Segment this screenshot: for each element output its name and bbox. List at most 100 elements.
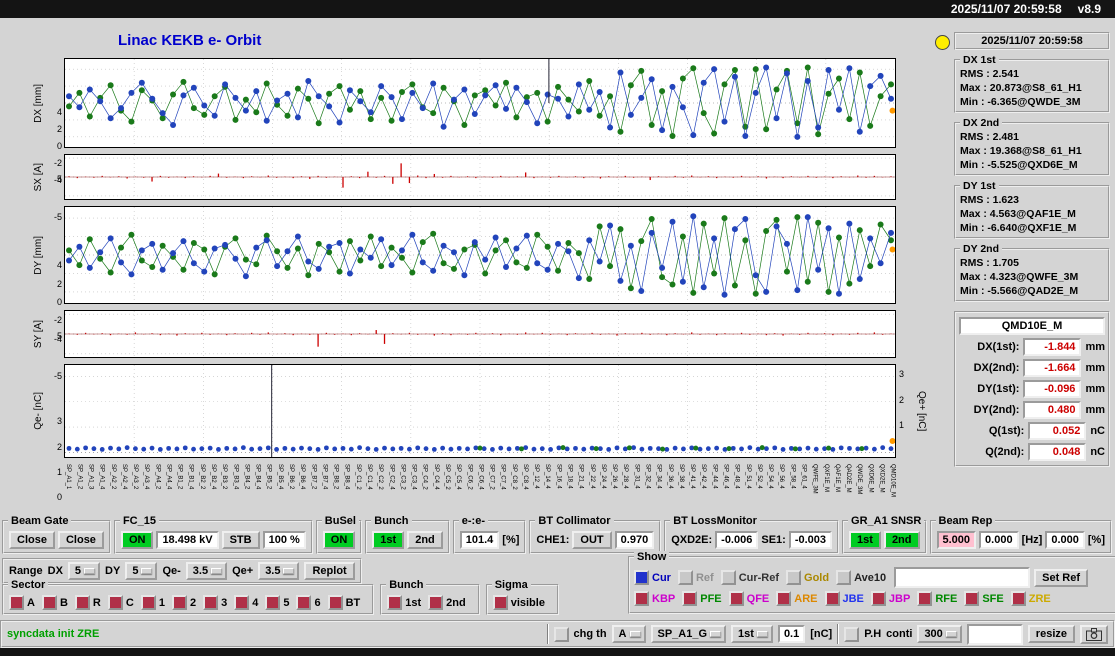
sector-1-checkbox[interactable] (140, 595, 156, 610)
bunch-1st-button[interactable]: 1st (372, 531, 405, 549)
q-plot (64, 364, 896, 458)
se1-value: -0.003 (788, 531, 833, 549)
show-rfe-checkbox[interactable] (917, 591, 933, 606)
sector-3-checkbox[interactable] (203, 595, 219, 610)
y-tick-label: 2 (56, 278, 62, 289)
replot-button[interactable]: Replot (304, 562, 355, 580)
monitor-name: QMD10E_M (959, 317, 1105, 335)
sigma-visible-checkbox[interactable] (492, 595, 508, 610)
ref-file-input[interactable] (894, 567, 1031, 588)
device-select-dropdown[interactable]: SP_A1_G (650, 625, 727, 643)
show-sfe-checkbox[interactable] (964, 591, 980, 606)
stats-dy2-max: Max : 4.323@QWFE_3M (960, 271, 1079, 283)
snsr-2nd-button[interactable]: 2nd (883, 531, 920, 549)
stats-dy2-label: DY 2nd (960, 243, 1002, 255)
show-gold-checkbox[interactable] (786, 570, 802, 585)
sector-a-label: A (27, 596, 35, 609)
show-jbe-checkbox[interactable] (824, 591, 840, 606)
sector-2-checkbox[interactable] (171, 595, 187, 610)
set-ref-button[interactable]: Set Ref (1034, 568, 1089, 587)
fc15-on-button[interactable]: ON (120, 531, 154, 549)
sector-a-checkbox[interactable] (9, 595, 24, 610)
sector-b-checkbox[interactable] (41, 595, 57, 610)
sector-r-checkbox[interactable] (74, 595, 90, 610)
monitor-row-unit: mm (1085, 404, 1105, 416)
busel-on-button[interactable]: ON (322, 531, 356, 549)
x-tick-label: SP_C4_4 (432, 464, 439, 490)
x-tick-label: SP_C7_4 (499, 464, 506, 490)
che1-out-button[interactable]: OUT (572, 531, 612, 549)
range-dx-dropdown[interactable]: 5 (67, 562, 101, 580)
x-tick-label: SP_C4_2 (421, 464, 428, 490)
snapshot-button[interactable] (1080, 624, 1108, 644)
sector-4-checkbox[interactable] (234, 595, 250, 610)
x-tick-label: SP_B7_2 (310, 464, 317, 490)
count-input[interactable] (966, 623, 1023, 645)
interval-dropdown[interactable]: 300 (917, 625, 962, 643)
fc15-stb-button[interactable]: STB (221, 531, 260, 549)
monitor-row: DX(2nd): -1.664 mm (959, 359, 1105, 377)
sector-6-checkbox[interactable] (296, 595, 312, 610)
show-kbp-checkbox[interactable] (634, 591, 649, 606)
bunch-1st-checkbox[interactable] (387, 595, 403, 610)
bunch-2nd-button[interactable]: 2nd (407, 531, 443, 549)
ph-checkbox[interactable] (844, 626, 860, 642)
bunch-2nd-checkbox[interactable] (428, 595, 444, 610)
sector-4-label: 4 (252, 596, 259, 609)
show-are-checkbox[interactable] (776, 591, 792, 606)
sector-r-item: R (74, 595, 101, 610)
range-qep-dropdown[interactable]: 3.5 (258, 562, 300, 580)
bunch-select-dropdown[interactable]: 1st (731, 625, 773, 643)
snsr-1st-button[interactable]: 1st (849, 531, 881, 549)
beam-gate-close-button-1[interactable]: Close (9, 531, 55, 549)
show-kbp-item: KBP (634, 591, 675, 606)
show-cur-checkbox[interactable] (634, 570, 649, 585)
range-dy-dropdown[interactable]: 5 (125, 562, 158, 580)
x-tick-label: SP_B4_2 (243, 464, 250, 490)
monitor-panel: QMD10E_M DX(1st): -1.844 mm DX(2nd): -1.664… (954, 311, 1110, 467)
stats-dy1-min: Min : -6.640@QXF1E_M (960, 222, 1077, 234)
show-checks-1: Cur Ref Cur-Ref Gold Ave10 (634, 570, 893, 585)
charts-area: DX [mm] 4 2 0 -2 -4 SX [A] 5 -5 DY [mm] 4 2 0 -2 -4 … (4, 58, 948, 524)
x-tick-label: SP_61_4 (800, 464, 807, 489)
show-jbp-checkbox[interactable] (870, 591, 886, 606)
show-qfe-checkbox[interactable] (728, 591, 744, 606)
x-tick-label: SP_32_4 (644, 464, 651, 489)
che1-label: CHE1: (536, 534, 570, 546)
beam-rep-pct-unit: [%] (1087, 534, 1105, 546)
show-zre-checkbox[interactable] (1010, 591, 1026, 606)
stats-dy-1st: DY 1st RMS : 1.623 Max : 4.563@QAF1E_M M… (954, 180, 1110, 239)
x-tick-label: SP_A1_2 (76, 464, 83, 490)
monitor-row-unit: mm (1085, 341, 1105, 353)
resize-button[interactable]: resize (1027, 625, 1075, 643)
conti-label: conti (886, 628, 913, 640)
show-pfe-checkbox[interactable] (682, 591, 698, 606)
beam-gate-close-button-2[interactable]: Close (57, 531, 104, 549)
show-ref-checkbox[interactable] (677, 570, 693, 585)
x-tick-label: QWFE_3M (811, 464, 818, 494)
monitor-row-unit: nC (1090, 425, 1105, 437)
sector-5-checkbox[interactable] (265, 595, 281, 610)
chg-th-checkbox[interactable] (553, 626, 569, 642)
show-ave10-checkbox[interactable] (836, 570, 852, 585)
show-jbp-label: JBP (888, 592, 911, 605)
x-tick-label: SP_B3_2 (221, 464, 228, 490)
y-tick-label: 3 (56, 416, 62, 427)
ee-ratio-group: e-:e- 101.4 [%] (452, 515, 527, 554)
sector-select-dropdown[interactable]: A (611, 625, 646, 643)
x-tick-label: SP_A2_2 (109, 464, 116, 490)
threshold-value[interactable]: 0.1 (777, 625, 806, 643)
bunch-checks: 1st 2nd (387, 595, 472, 610)
monitor-row-label: DX(1st): (977, 341, 1020, 353)
stats-dx-2nd: DX 2nd RMS : 2.481 Max : 19.368@S8_61_H1… (954, 117, 1110, 176)
sector-bt-checkbox[interactable] (327, 595, 343, 610)
y-tick-label: 4 (56, 107, 62, 118)
sector-6-label: 6 (314, 596, 321, 609)
show-row-1: Cur Ref Cur-Ref Gold Ave10 Set Ref (634, 567, 1115, 588)
show-cur-ref-checkbox[interactable] (720, 570, 736, 585)
x-tick-label: SP_C8_4 (521, 464, 528, 490)
sector-c-checkbox[interactable] (107, 595, 123, 610)
range-qem-dropdown[interactable]: 3.5 (185, 562, 228, 580)
stats-dx2-label: DX 2nd (960, 117, 1003, 129)
stats-dx1-label: DX 1st (960, 54, 999, 66)
